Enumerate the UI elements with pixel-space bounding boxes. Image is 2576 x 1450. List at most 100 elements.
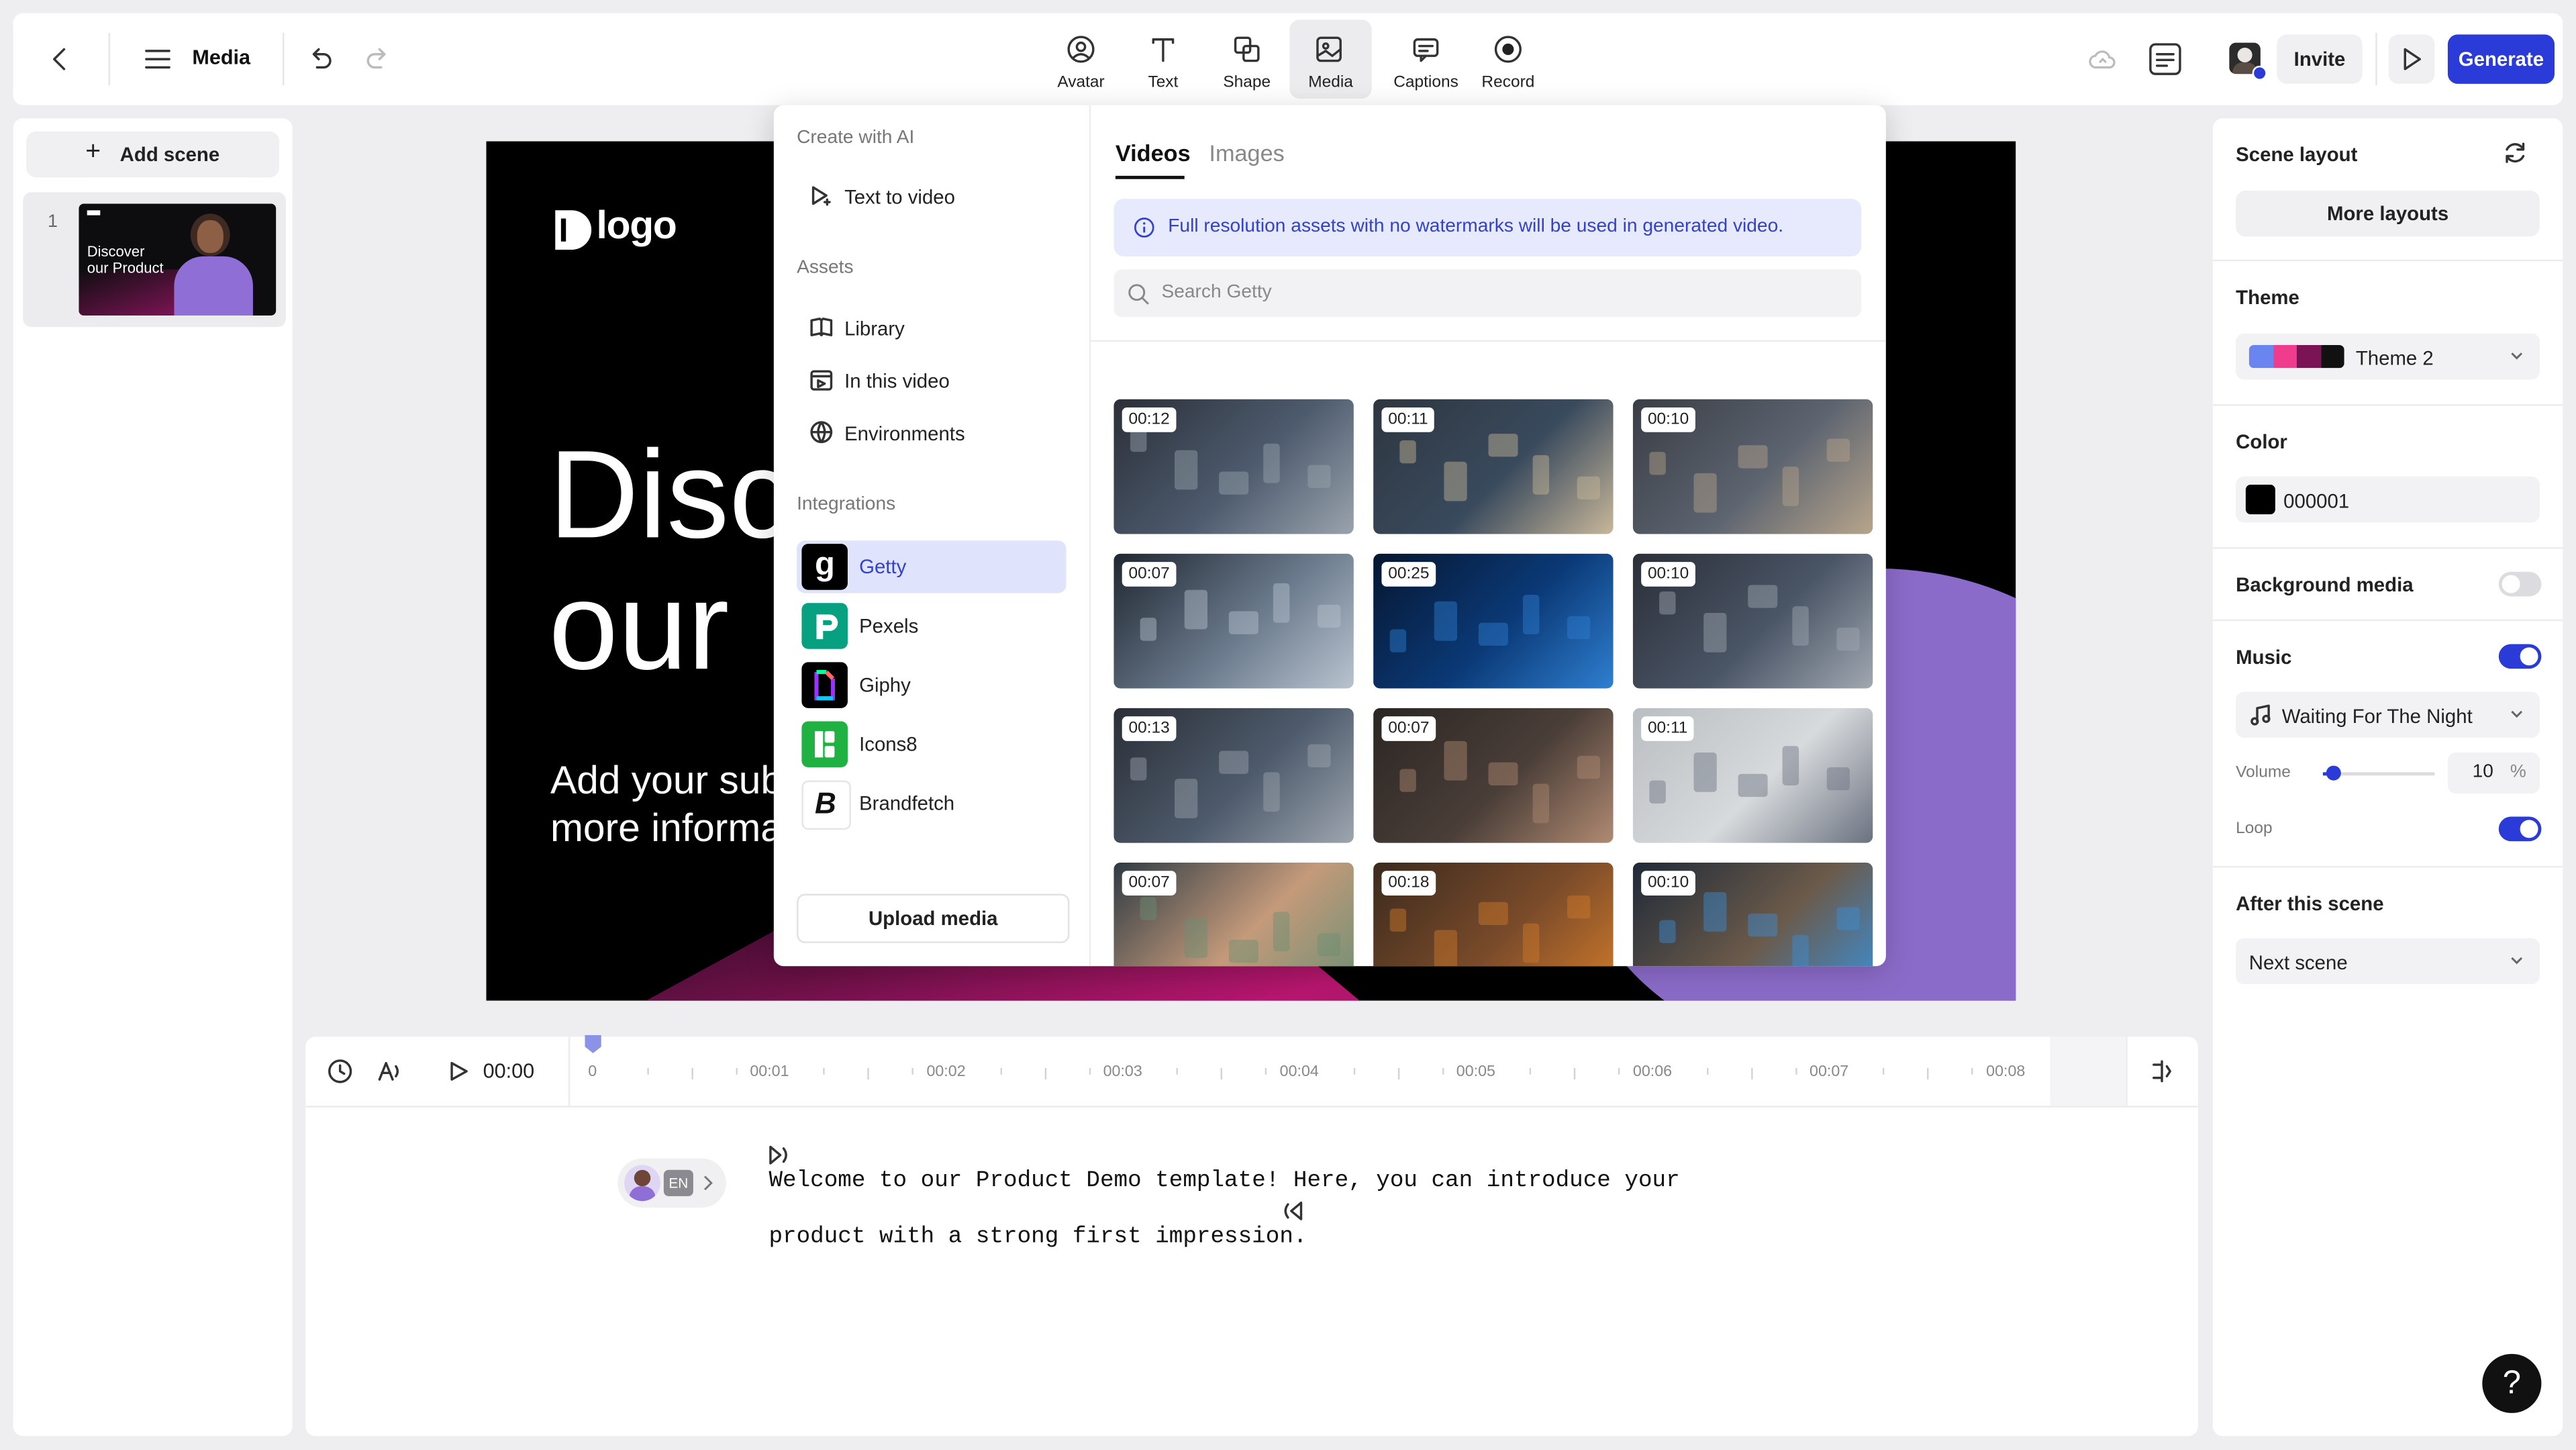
loop-toggle[interactable] bbox=[2498, 816, 2542, 842]
timeline-end-zone bbox=[2050, 1036, 2128, 1106]
video-thumbnail[interactable]: 00:10 bbox=[1632, 862, 1873, 967]
redo-icon[interactable] bbox=[361, 43, 394, 76]
menu-text-to-video[interactable]: Text to video bbox=[844, 186, 955, 209]
scene-layout-heading: Scene layout bbox=[2236, 142, 2358, 166]
divider bbox=[2126, 1036, 2128, 1106]
thumbnail-detail bbox=[1228, 940, 1258, 963]
video-thumbnail[interactable]: 00:10 bbox=[1632, 399, 1873, 534]
volume-input[interactable]: 10 % bbox=[2447, 753, 2540, 794]
timeline-tick-mark bbox=[1618, 1067, 1620, 1075]
voice-icon[interactable] bbox=[377, 1058, 403, 1084]
volume-slider-handle[interactable] bbox=[2326, 765, 2342, 781]
tool-shape[interactable]: Shape bbox=[1207, 19, 1286, 98]
tool-captions[interactable]: Captions bbox=[1387, 19, 1465, 98]
search-getty-input[interactable]: Search Getty bbox=[1113, 269, 1862, 318]
playhead-marker[interactable] bbox=[585, 1034, 601, 1055]
video-thumbnail[interactable]: 00:11 bbox=[1632, 708, 1873, 843]
color-swatch[interactable] bbox=[2245, 485, 2275, 515]
more-layouts-button[interactable]: More layouts bbox=[2236, 190, 2540, 237]
tab-images[interactable]: Images bbox=[1209, 140, 1284, 166]
timeline-play-icon[interactable] bbox=[447, 1060, 470, 1083]
timeline-tick-mark bbox=[1706, 1067, 1709, 1075]
text-icon bbox=[1152, 38, 1175, 62]
menu-environments[interactable]: Environments bbox=[844, 422, 965, 445]
thumbnail-detail bbox=[1567, 616, 1591, 640]
thumbnail-detail bbox=[1649, 780, 1666, 804]
integration-brandfetch[interactable]: B Brandfetch bbox=[797, 777, 1066, 830]
video-thumbnail[interactable]: 00:13 bbox=[1113, 708, 1354, 843]
shape-icon bbox=[1234, 36, 1260, 62]
back-arrow-icon[interactable] bbox=[43, 43, 76, 76]
tab-videos[interactable]: Videos bbox=[1116, 140, 1191, 166]
scene-card[interactable]: 1 Discover our Product bbox=[23, 192, 286, 328]
thumbnail-detail bbox=[1399, 440, 1416, 464]
preview-play-button[interactable] bbox=[2388, 34, 2435, 84]
watermark-notice: Full resolution assets with no watermark… bbox=[1113, 199, 1862, 256]
language-badge: EN bbox=[663, 1169, 693, 1196]
menu-in-this-video[interactable]: In this video bbox=[844, 370, 950, 393]
scenes-panel: + Add scene 1 Discover our Product bbox=[13, 118, 293, 1437]
thumbnail-detail bbox=[1389, 629, 1407, 652]
timeline-settings-icon[interactable] bbox=[2148, 1058, 2175, 1084]
timeline-tick-label: 00:05 bbox=[1456, 1063, 1496, 1081]
help-button[interactable]: ? bbox=[2482, 1353, 2542, 1413]
video-thumbnail[interactable]: 00:07 bbox=[1373, 708, 1614, 843]
upload-media-button[interactable]: Upload media bbox=[797, 893, 1070, 943]
theme-swatch bbox=[2320, 344, 2344, 369]
undo-icon[interactable] bbox=[304, 43, 337, 76]
thumbnail-detail bbox=[1836, 907, 1860, 930]
thumbnail-detail bbox=[1478, 622, 1508, 646]
video-duration: 00:25 bbox=[1381, 562, 1436, 587]
music-track-select[interactable]: Waiting For The Night bbox=[2236, 691, 2540, 738]
notes-button[interactable] bbox=[2146, 40, 2185, 79]
video-thumbnail[interactable]: 00:25 bbox=[1373, 553, 1614, 689]
generate-button[interactable]: Generate bbox=[2447, 34, 2555, 84]
background-media-toggle[interactable] bbox=[2498, 571, 2542, 597]
video-thumbnail[interactable]: 00:10 bbox=[1632, 553, 1873, 689]
refresh-layout-icon[interactable] bbox=[2502, 140, 2528, 166]
music-toggle[interactable] bbox=[2498, 644, 2542, 669]
thumbnail-detail bbox=[1693, 473, 1717, 513]
script-line-2[interactable]: product with a strong first impression. bbox=[769, 1224, 1307, 1250]
hamburger-menu-icon[interactable] bbox=[141, 43, 174, 76]
clock-icon[interactable] bbox=[327, 1058, 353, 1084]
integration-giphy[interactable]: Giphy bbox=[797, 659, 1066, 711]
thumbnail-detail bbox=[1130, 757, 1147, 781]
integration-getty[interactable]: g Getty bbox=[797, 540, 1067, 593]
thumbnail-detail bbox=[1184, 918, 1207, 958]
video-duration: 00:10 bbox=[1641, 871, 1695, 896]
current-time: 00:00 bbox=[483, 1059, 535, 1083]
voice-language-selector[interactable]: EN bbox=[617, 1158, 726, 1208]
tool-avatar[interactable]: Avatar bbox=[1042, 19, 1120, 98]
in-this-video-icon bbox=[810, 368, 833, 391]
video-thumbnail[interactable]: 00:12 bbox=[1113, 399, 1354, 534]
add-scene-button[interactable]: + Add scene bbox=[26, 131, 280, 178]
tool-text[interactable]: Text bbox=[1124, 19, 1202, 98]
menu-library[interactable]: Library bbox=[844, 317, 905, 340]
color-input[interactable]: 000001 bbox=[2236, 476, 2540, 523]
video-thumbnail[interactable]: 00:07 bbox=[1113, 862, 1354, 967]
notes-icon bbox=[2149, 43, 2181, 75]
integration-icons8[interactable]: Icons8 bbox=[797, 718, 1066, 771]
invite-button[interactable]: Invite bbox=[2277, 34, 2363, 84]
after-scene-select[interactable]: Next scene bbox=[2236, 938, 2540, 985]
tool-record[interactable]: Record bbox=[1469, 19, 1547, 98]
video-thumbnail[interactable]: 00:07 bbox=[1113, 553, 1354, 689]
thumbnail-detail bbox=[1738, 445, 1768, 469]
thumbnail-detail bbox=[1792, 934, 1809, 967]
video-thumbnail[interactable]: 00:11 bbox=[1373, 399, 1614, 534]
thumbnail-detail bbox=[1434, 930, 1458, 967]
thumbnail-detail bbox=[1792, 606, 1809, 646]
script-pause-marker-icon bbox=[1278, 1200, 1304, 1222]
script-line-1[interactable]: Welcome to our Product Demo template! He… bbox=[769, 1168, 1679, 1194]
captions-icon bbox=[1413, 38, 1439, 62]
thumbnail-detail bbox=[1826, 767, 1850, 791]
tool-media[interactable]: Media bbox=[1289, 19, 1372, 99]
thumbnail-detail bbox=[1488, 434, 1518, 457]
video-thumbnail[interactable]: 00:18 bbox=[1373, 862, 1614, 967]
integration-pexels[interactable]: Pexels bbox=[797, 599, 1066, 652]
theme-select[interactable]: Theme 2 bbox=[2236, 333, 2540, 380]
thumbnail-detail bbox=[1263, 772, 1280, 812]
video-duration: 00:07 bbox=[1381, 716, 1436, 741]
timeline-tick-mark bbox=[1883, 1067, 1885, 1075]
